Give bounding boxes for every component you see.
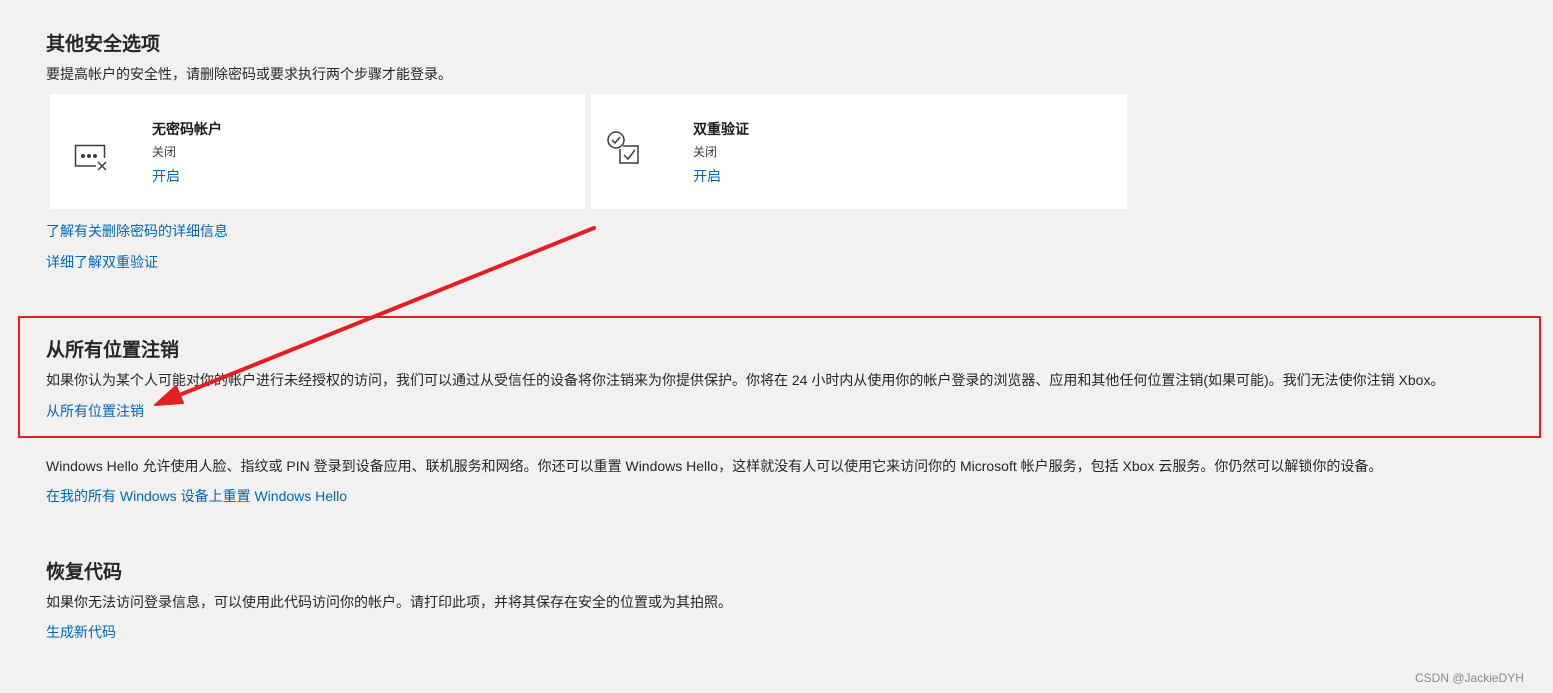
windows-hello-description: Windows Hello 允许使用人脸、指纹或 PIN 登录到设备应用、联机服…	[46, 458, 1383, 474]
two-step-status: 关闭	[693, 145, 718, 159]
sign-out-everywhere-title: 从所有位置注销	[46, 340, 180, 361]
other-security-title: 其他安全选项	[46, 34, 161, 55]
passwordless-icon	[74, 144, 107, 171]
sign-out-everywhere-description: 如果你认为某个人可能对你的帐户进行未经授权的访问，我们可以通过从受信任的设备将你…	[46, 372, 1445, 388]
passwordless-enable-link[interactable]: 开启	[152, 166, 180, 186]
reset-windows-hello-link[interactable]: 在我的所有 Windows 设备上重置 Windows Hello	[46, 486, 347, 506]
security-page: 其他安全选项 要提高帐户的安全性，请删除密码或要求执行两个步骤才能登录。 无密码…	[0, 0, 1553, 693]
learn-two-step-link[interactable]: 详细了解双重验证	[46, 252, 158, 272]
learn-remove-password-link[interactable]: 了解有关删除密码的详细信息	[46, 221, 228, 241]
sign-out-everywhere-link[interactable]: 从所有位置注销	[46, 401, 144, 421]
two-step-title: 双重验证	[693, 121, 749, 137]
generate-new-code-link[interactable]: 生成新代码	[46, 622, 116, 642]
recovery-code-description: 如果你无法访问登录信息，可以使用此代码访问你的帐户。请打印此项，并将其保存在安全…	[46, 594, 732, 610]
recovery-code-title: 恢复代码	[46, 562, 123, 583]
passwordless-card[interactable]: 无密码帐户 关闭 开启	[50, 94, 585, 209]
two-step-card[interactable]: 双重验证 关闭 开启	[591, 94, 1127, 209]
passwordless-title: 无密码帐户	[152, 121, 222, 137]
other-security-description: 要提高帐户的安全性，请删除密码或要求执行两个步骤才能登录。	[46, 66, 452, 82]
two-step-icon	[607, 131, 639, 164]
watermark: CSDN @JackieDYH	[1415, 671, 1524, 685]
two-step-enable-link[interactable]: 开启	[693, 166, 721, 186]
passwordless-status: 关闭	[152, 145, 177, 159]
